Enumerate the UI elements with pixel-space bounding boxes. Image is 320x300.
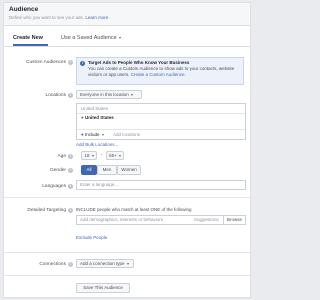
info-icon[interactable]: i [68,60,73,65]
chevron-down-icon [101,133,104,136]
location-type-dropdown[interactable]: Everyone in this location [76,90,142,99]
learn-more-link[interactable]: Learn more [85,15,108,20]
connections-value: Add a connection type [80,261,125,266]
map-pin-icon: ● [81,115,84,120]
chevron-down-icon [91,154,94,157]
gender-women-button[interactable]: Women [117,165,141,175]
gender-men-button[interactable]: Men [97,165,117,175]
selected-location: ● United States [81,115,114,121]
location-divider [77,113,245,114]
location-type-value: Everyone in this location [80,92,129,97]
tabs-divider [4,46,250,47]
detailed-targeting-input[interactable]: Add demographics, interests or behaviors… [76,215,246,225]
languages-label: Languages [42,184,66,189]
chevron-down-icon [126,262,129,265]
map-pin-icon: ● [81,132,84,137]
locations-label: Locations [45,93,66,98]
panel-subtitle: Define who you want to see your ads. Lea… [9,14,245,21]
languages-placeholder: Enter a language... [80,182,119,187]
age-max-dropdown[interactable]: 65+ [106,151,124,160]
gender-label: Gender [50,168,66,173]
section-divider [4,275,250,276]
section-divider [4,197,250,198]
selected-location-name: United States [84,115,114,120]
gender-all-button[interactable]: All [81,165,97,175]
chevron-down-icon [118,36,121,39]
info-icon[interactable]: i [68,184,73,189]
location-country-header: United States [81,106,109,111]
callout-content: Target Ads to People Who Know Your Busin… [88,60,240,78]
connections-label: Connections [39,262,66,267]
input-divider [223,216,224,224]
tab-create-new[interactable]: Create New [13,34,43,43]
custom-audiences-label: Custom Audiences [26,60,66,65]
add-bulk-locations-link[interactable]: Add Bulk Locations... [76,142,118,148]
info-icon[interactable]: i [68,208,73,213]
age-dash: - [101,152,103,157]
chevron-down-icon [118,154,121,157]
panel-header: Audience Define who you want to see your… [4,3,250,26]
detailed-include-text: INCLUDE people who match at least ONE of… [76,207,192,212]
age-max-value: 65+ [109,153,117,158]
callout-body: You can create a Custom Audience to show… [88,66,240,78]
info-icon[interactable]: i [68,168,73,173]
exclude-people-link[interactable]: Exclude People [76,235,107,241]
include-label: Include [84,132,100,137]
tab-saved-audience[interactable]: Use a Saved Audience [61,34,121,43]
age-min-value: 18 [84,153,90,158]
detailed-targeting-label: Detailed Targeting [27,208,66,213]
callout-info-icon: i [80,61,85,66]
info-icon[interactable]: i [68,154,73,159]
include-dropdown[interactable]: ● Include [81,132,104,138]
locations-box: United States ● United States ● Include … [76,103,246,140]
info-icon[interactable]: i [68,93,73,98]
add-locations-input[interactable]: Add locations [113,132,140,138]
save-audience-button[interactable]: Save This Audience [76,283,130,293]
chevron-down-icon [130,93,133,96]
info-icon[interactable]: i [68,262,73,267]
audience-panel: Audience Define who you want to see your… [3,2,251,298]
languages-input[interactable]: Enter a language... [76,180,246,190]
panel-title: Audience [9,6,39,13]
connections-dropdown[interactable]: Add a connection type [76,259,134,268]
tab-saved-label: Use a Saved Audience [61,35,117,41]
suggestions-link[interactable]: Suggestions [194,217,219,223]
custom-audience-callout: i Target Ads to People Who Know Your Bus… [76,57,244,85]
create-custom-audience-link[interactable]: Create a Custom Audience. [131,72,186,77]
detailed-targeting-placeholder: Add demographics, interests or behaviors [80,217,164,222]
age-label: Age [57,154,66,159]
browse-button[interactable]: Browse [227,217,242,223]
age-min-dropdown[interactable]: 18 [81,151,97,160]
location-divider-2 [77,129,245,130]
subtitle-text: Define who you want to see your ads. [9,15,85,20]
section-divider [4,252,250,253]
